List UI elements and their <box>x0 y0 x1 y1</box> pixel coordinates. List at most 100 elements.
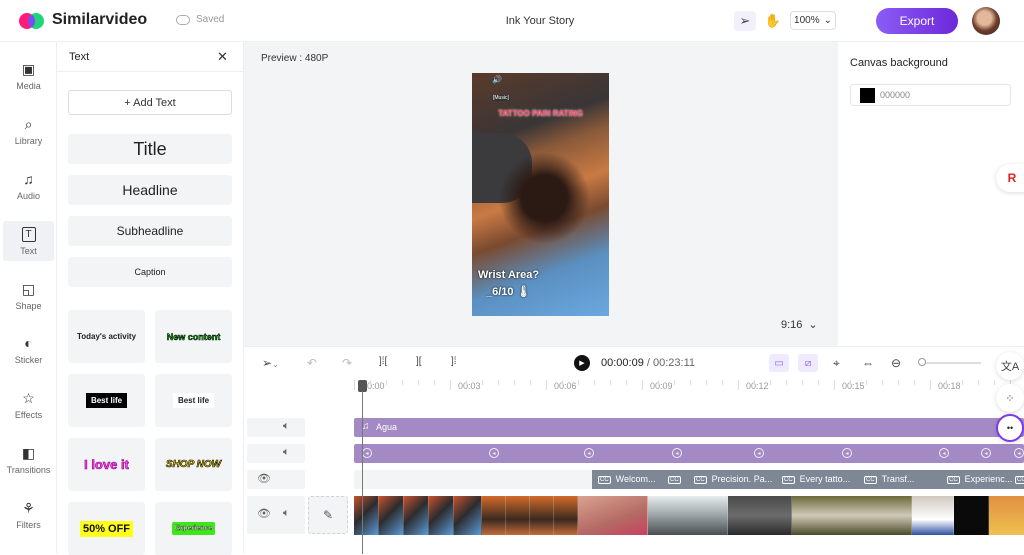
audio-segment-marker-icon[interactable]: ◂ <box>584 448 594 458</box>
speaker-icon[interactable]: 🔈︎ <box>283 446 290 459</box>
hand-tool-button[interactable]: ✋ <box>762 11 784 31</box>
audio-segment-marker-icon[interactable]: ◂ <box>842 448 852 458</box>
sidebar-item-library[interactable]: ⌕ Library <box>3 111 54 151</box>
sidebar-item-text[interactable]: T Text <box>3 221 54 261</box>
add-text-button[interactable]: + Add Text <box>68 90 232 115</box>
template-caption[interactable]: Caption <box>68 257 232 287</box>
ruler-tick <box>866 380 867 385</box>
sidebar-item-filters[interactable]: ⚘ Filters <box>3 495 54 535</box>
edit-cover-button[interactable]: ✎ <box>308 496 348 534</box>
style-card[interactable]: SHOP NOW <box>155 438 232 491</box>
style-card[interactable]: Best life <box>155 374 232 427</box>
select-mode-dropdown[interactable]: ➢⌄ <box>262 356 279 370</box>
hand-icon: ✋ <box>764 13 782 28</box>
video-overlay-title[interactable]: TATTOO PAIN RATING <box>472 109 609 118</box>
video-thumbnail <box>912 496 954 535</box>
style-card[interactable]: Best life <box>68 374 145 427</box>
style-card[interactable]: 50% OFF <box>68 502 145 555</box>
audio-segment-marker-icon[interactable]: ◂ <box>981 448 991 458</box>
ruler-tick <box>930 380 931 390</box>
sidebar-item-label: Transitions <box>6 464 51 475</box>
ruler-tick <box>818 380 819 385</box>
library-icon: ⌕ <box>24 115 33 132</box>
voiceover-track-clip[interactable]: ◂ ◂ ◂ ◂ ◂ ◂ ◂ ◂ ◂ <box>354 444 1024 463</box>
style-card[interactable]: New content <box>155 310 232 363</box>
audio-segment-marker-icon[interactable]: ◂ <box>362 448 372 458</box>
sidebar-item-sticker[interactable]: ◐ Sticker <box>3 330 54 370</box>
caption-clip[interactable]: CC Transf... <box>864 474 914 484</box>
caption-clip[interactable]: CC Welcom... <box>598 474 656 484</box>
zoom-out-button[interactable]: ⊖ <box>891 356 901 370</box>
redo-button[interactable]: ↷ <box>342 356 352 370</box>
caption-track-controls: 👁︎ <box>247 470 305 489</box>
split-button[interactable]: ]⁞[ <box>379 356 387 367</box>
speaker-icon[interactable]: 🔈︎ <box>283 507 290 520</box>
audio-segment-marker-icon[interactable]: ◂ <box>939 448 949 458</box>
play-button[interactable]: ▶ <box>574 355 590 371</box>
style-card[interactable]: I love it <box>68 438 145 491</box>
apps-button[interactable]: ⁘ <box>996 384 1024 412</box>
audio-segment-marker-icon[interactable]: ◂ <box>1014 448 1024 458</box>
video-overlay-question[interactable]: Wrist Area? <box>478 269 539 281</box>
video-thumbnail <box>530 496 554 535</box>
style-card[interactable]: Experience <box>155 502 232 555</box>
ruler-tick <box>706 380 707 385</box>
music-track-clip[interactable]: ♫ Agua <box>354 418 1024 437</box>
caption-clip[interactable]: CC <box>668 474 686 484</box>
sidebar-item-media[interactable]: ▣ Media <box>3 56 54 96</box>
floating-r-logo-button[interactable]: R <box>996 164 1024 192</box>
assistant-bot-button[interactable]: •• <box>996 414 1024 442</box>
caption-clip[interactable]: CC Experienc... <box>947 474 1012 484</box>
style-card-label: New content <box>166 331 221 342</box>
caption-clip[interactable]: CC Every tatto... <box>782 474 850 484</box>
sidebar-item-effects[interactable]: ☆ Effects <box>3 385 54 425</box>
timeline-zoom-slider-handle[interactable] <box>918 358 926 366</box>
color-swatch[interactable] <box>860 88 875 103</box>
track-snap-toggle[interactable]: ▭ <box>769 354 789 372</box>
audio-segment-marker-icon[interactable]: ◂ <box>672 448 682 458</box>
timeline-zoom-slider[interactable] <box>919 362 981 364</box>
caption-clip[interactable]: CCU... <box>1015 474 1024 484</box>
fit-width-icon: ⇔ <box>862 356 874 370</box>
video-track-clip[interactable] <box>354 496 1024 535</box>
close-icon[interactable]: ✕ <box>217 49 228 65</box>
canvas-background-color-field[interactable]: 000000 <box>850 84 1011 106</box>
link-toggle[interactable]: ⧄ <box>798 354 818 372</box>
sidebar-item-audio[interactable]: ♫ Audio <box>3 166 54 206</box>
center-align-button[interactable]: ⌖ <box>833 356 840 371</box>
template-subheadline[interactable]: Subheadline <box>68 216 232 246</box>
aspect-ratio-select[interactable]: 9:16 ⌄ <box>781 318 818 332</box>
zoom-level-select[interactable]: 100% ⌄ <box>790 11 836 30</box>
transitions-icon: ◧ <box>21 444 36 461</box>
project-title[interactable]: Ink Your Story <box>440 15 640 27</box>
sidebar-item-transitions[interactable]: ◧ Transitions <box>3 440 54 480</box>
caption-clip[interactable]: CC Precision. Pa... <box>694 474 772 484</box>
eye-icon[interactable]: 👁︎ <box>257 507 271 520</box>
template-title[interactable]: Title <box>68 134 232 164</box>
caption-strip[interactable]: CC Welcom... CC CC Precision. Pa... CC Every t… <box>592 470 1024 489</box>
style-card[interactable]: Today's activity <box>68 310 145 363</box>
video-canvas[interactable]: 🔊 [Music] TATTOO PAIN RATING Wrist Area?… <box>472 73 609 316</box>
trim-right-button[interactable]: ]⁞ <box>451 356 457 367</box>
user-avatar[interactable] <box>972 7 1000 35</box>
undo-button[interactable]: ↶ <box>307 356 317 370</box>
audio-segment-marker-icon[interactable]: ◂ <box>489 448 499 458</box>
timeline: ➢⌄ ↶ ↷ ]⁞[ ][ ]⁞ ▶ 00:00:09 / 00:23:11 ▭… <box>244 346 1024 554</box>
template-headline[interactable]: Headline <box>68 175 232 205</box>
time-ruler[interactable]: 00:00 00:03 00:06 00:09 00:12 00:15 00:18 <box>354 380 1024 394</box>
audio-segment-marker-icon[interactable]: ◂ <box>754 448 764 458</box>
export-button[interactable]: Export <box>876 8 958 34</box>
eye-icon[interactable]: 👁︎ <box>257 472 271 485</box>
closed-caption-icon: CC <box>668 476 681 484</box>
speaker-icon[interactable]: 🔈︎ <box>283 420 290 433</box>
fit-timeline-button[interactable]: ⇔ <box>862 356 874 370</box>
caption-clip-text: Experienc... <box>964 474 1013 484</box>
closed-caption-icon: CC <box>864 476 877 484</box>
select-tool-button[interactable]: ➢ <box>734 11 756 31</box>
translate-button[interactable]: 文A <box>996 352 1024 380</box>
apps-grid-icon: ⁘ <box>1005 392 1015 405</box>
trim-left-button[interactable]: ][ <box>416 356 422 367</box>
sidebar-item-shape[interactable]: ◱ Shape <box>3 276 54 316</box>
video-overlay-score[interactable]: _6/10 🌡 <box>486 285 531 298</box>
snap-icon: ▭ <box>774 357 784 369</box>
